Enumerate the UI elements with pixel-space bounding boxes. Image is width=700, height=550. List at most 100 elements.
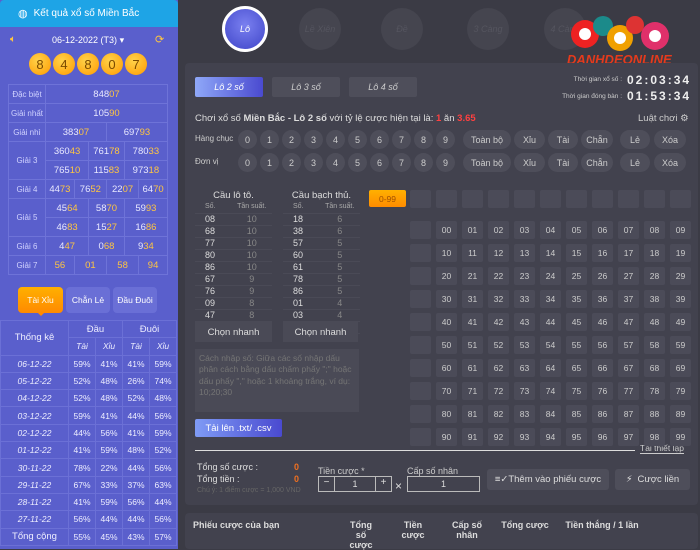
number-cell[interactable]: 24 — [540, 267, 561, 285]
number-cell[interactable]: 70 — [436, 382, 457, 400]
digit-button[interactable]: 8 — [414, 153, 433, 172]
quick-select-button[interactable]: Xóa — [654, 130, 686, 149]
number-cell[interactable]: 17 — [618, 244, 639, 262]
number-cell[interactable]: 42 — [488, 313, 509, 331]
number-cell[interactable]: 81 — [462, 405, 483, 423]
digit-button[interactable]: 2 — [282, 153, 301, 172]
bet-amount-input[interactable]: 1 — [335, 477, 375, 491]
quick-bet-button[interactable]: ⚡︎ Cược liền — [615, 469, 690, 490]
digit-button[interactable]: 5 — [348, 153, 367, 172]
quick-pick-bach-button[interactable]: Chọn nhanh — [283, 322, 358, 342]
quick-select-button[interactable]: Toàn bộ — [463, 153, 511, 172]
digit-button[interactable]: 3 — [304, 153, 323, 172]
blank-selector[interactable] — [410, 267, 431, 285]
number-cell[interactable]: 49 — [670, 313, 691, 331]
number-cell[interactable]: 15 — [566, 244, 587, 262]
number-cell[interactable]: 54 — [540, 336, 561, 354]
blank-selector[interactable] — [410, 313, 431, 331]
number-cell[interactable]: 80 — [436, 405, 457, 423]
blank-selector[interactable] — [488, 190, 509, 208]
number-cell[interactable]: 12 — [488, 244, 509, 262]
number-cell[interactable]: 53 — [514, 336, 535, 354]
decrement-button[interactable]: − — [319, 477, 335, 491]
number-cell[interactable]: 25 — [566, 267, 587, 285]
refresh-icon[interactable]: ⟳ — [155, 33, 164, 46]
number-cell[interactable]: 39 — [670, 290, 691, 308]
digit-button[interactable]: 9 — [436, 153, 455, 172]
numbers-input[interactable] — [195, 349, 359, 412]
number-cell[interactable]: 05 — [566, 221, 587, 239]
number-cell[interactable]: 92 — [488, 428, 509, 446]
quick-select-button[interactable]: Xỉu — [514, 153, 545, 172]
number-cell[interactable]: 07 — [618, 221, 639, 239]
digit-button[interactable]: 0 — [238, 130, 257, 149]
quick-select-button[interactable]: Chẵn — [581, 153, 613, 172]
digit-button[interactable]: 1 — [260, 130, 279, 149]
blank-selector[interactable] — [540, 190, 561, 208]
sub-tab-0[interactable]: Lô 2 số — [195, 77, 263, 97]
upload-button[interactable]: Tải lên .txt/ .csv — [195, 419, 282, 437]
sound-icon[interactable]: 🔈︎ — [10, 34, 16, 45]
number-cell[interactable]: 26 — [592, 267, 613, 285]
number-cell[interactable]: 97 — [618, 428, 639, 446]
quick-select-button[interactable]: Lẻ — [620, 130, 650, 149]
multiplier-input[interactable]: 1 — [407, 476, 480, 492]
number-cell[interactable]: 22 — [488, 267, 509, 285]
number-cell[interactable]: 73 — [514, 382, 535, 400]
blank-selector[interactable] — [410, 290, 431, 308]
tab-chan-le[interactable]: Chẵn Lẻ — [66, 287, 110, 313]
number-cell[interactable]: 74 — [540, 382, 561, 400]
number-cell[interactable]: 65 — [566, 359, 587, 377]
number-cell[interactable]: 90 — [436, 428, 457, 446]
number-cell[interactable]: 79 — [670, 382, 691, 400]
number-cell[interactable]: 89 — [670, 405, 691, 423]
number-cell[interactable]: 61 — [462, 359, 483, 377]
number-cell[interactable]: 48 — [644, 313, 665, 331]
number-cell[interactable]: 00 — [436, 221, 457, 239]
blank-selector[interactable] — [410, 336, 431, 354]
number-cell[interactable]: 55 — [566, 336, 587, 354]
date-select[interactable]: 06-12-2022 (T3) ▾ — [52, 35, 124, 46]
number-cell[interactable]: 68 — [644, 359, 665, 377]
number-cell[interactable]: 85 — [566, 405, 587, 423]
number-cell[interactable]: 03 — [514, 221, 535, 239]
number-cell[interactable]: 11 — [462, 244, 483, 262]
number-cell[interactable]: 34 — [540, 290, 561, 308]
blank-selector[interactable] — [410, 428, 431, 446]
game-tab-3[interactable]: 3 Càng — [467, 8, 509, 50]
number-cell[interactable]: 96 — [592, 428, 613, 446]
number-cell[interactable]: 14 — [540, 244, 561, 262]
number-cell[interactable]: 77 — [618, 382, 639, 400]
digit-button[interactable]: 4 — [326, 153, 345, 172]
rules-link[interactable]: Luật chơi ⚙ — [638, 113, 689, 124]
number-cell[interactable]: 78 — [644, 382, 665, 400]
number-cell[interactable]: 76 — [592, 382, 613, 400]
add-to-slip-button[interactable]: ≡✓ Thêm vào phiếu cược — [487, 469, 609, 490]
quick-select-button[interactable]: Toàn bộ — [463, 130, 511, 149]
blank-selector[interactable] — [644, 190, 665, 208]
number-cell[interactable]: 18 — [644, 244, 665, 262]
range-0-99-button[interactable]: 0-99 — [369, 190, 406, 207]
number-cell[interactable]: 08 — [644, 221, 665, 239]
game-tab-1[interactable]: Lề Xiên — [299, 8, 341, 50]
game-tab-0[interactable]: Lô — [222, 6, 268, 52]
number-cell[interactable]: 93 — [514, 428, 535, 446]
game-tab-2[interactable]: Đề — [381, 8, 423, 50]
number-cell[interactable]: 13 — [514, 244, 535, 262]
number-cell[interactable]: 23 — [514, 267, 535, 285]
number-cell[interactable]: 37 — [618, 290, 639, 308]
number-cell[interactable]: 59 — [670, 336, 691, 354]
blank-selector[interactable] — [462, 190, 483, 208]
blank-selector[interactable] — [410, 221, 431, 239]
number-cell[interactable]: 82 — [488, 405, 509, 423]
sub-tab-2[interactable]: Lô 4 số — [349, 77, 417, 97]
digit-button[interactable]: 6 — [370, 153, 389, 172]
sub-tab-1[interactable]: Lô 3 số — [272, 77, 340, 97]
number-cell[interactable]: 46 — [592, 313, 613, 331]
number-cell[interactable]: 40 — [436, 313, 457, 331]
number-cell[interactable]: 67 — [618, 359, 639, 377]
number-cell[interactable]: 35 — [566, 290, 587, 308]
number-cell[interactable]: 99 — [670, 428, 691, 446]
blank-selector[interactable] — [514, 190, 535, 208]
number-cell[interactable]: 09 — [670, 221, 691, 239]
